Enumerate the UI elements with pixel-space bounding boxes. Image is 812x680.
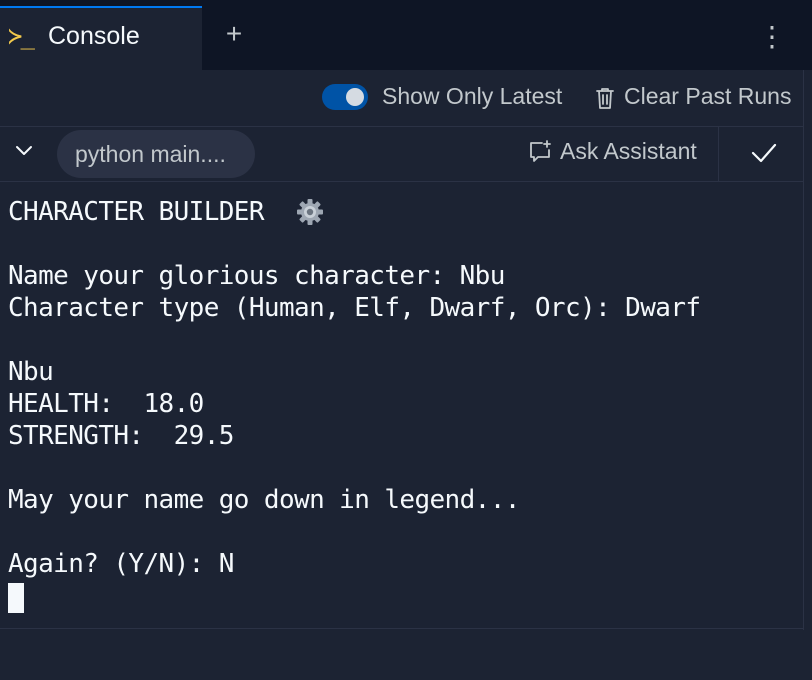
toggle-knob — [346, 88, 364, 106]
run-command-pill[interactable]: python main.... — [57, 130, 255, 178]
show-only-latest-toggle[interactable] — [322, 84, 368, 110]
tab-console[interactable]: ≻_ Console — [0, 6, 202, 70]
console-line-name-prompt: Name your glorious character: Nbu — [8, 261, 505, 291]
show-only-latest-label[interactable]: Show Only Latest — [382, 83, 562, 110]
clear-past-runs-button[interactable]: Clear Past Runs — [624, 83, 791, 110]
ask-assistant-button[interactable]: Ask Assistant — [560, 138, 697, 165]
run-command-label: python main.... — [75, 141, 226, 167]
pane-right-strip — [804, 70, 812, 680]
gear-icon — [297, 199, 323, 225]
check-icon — [751, 143, 777, 163]
add-tab-button[interactable]: + — [220, 20, 248, 48]
trash-icon[interactable] — [595, 86, 615, 110]
run-row-separator — [718, 127, 719, 181]
console-line-legend: May your name go down in legend... — [8, 485, 520, 515]
chat-sparkle-icon[interactable] — [528, 140, 552, 164]
tab-console-label: Console — [48, 22, 140, 50]
console-line-health: HEALTH: 18.0 — [8, 389, 204, 419]
more-options-icon[interactable]: ⋮ — [758, 20, 786, 54]
terminal-prompt-icon: ≻_ — [8, 22, 35, 50]
console-bottom-divider — [0, 628, 804, 629]
console-line-character-name: Nbu — [8, 357, 54, 387]
console-line-strength: STRENGTH: 29.5 — [8, 421, 234, 451]
console-line-type-prompt: Character type (Human, Elf, Dwarf, Orc):… — [8, 293, 701, 323]
console-line-again-prompt: Again? (Y/N): N — [8, 549, 234, 579]
terminal-cursor — [8, 583, 24, 613]
toolbar-divider — [0, 126, 804, 127]
chevron-down-icon[interactable] — [12, 138, 36, 162]
console-line-title: CHARACTER BUILDER — [8, 197, 265, 227]
